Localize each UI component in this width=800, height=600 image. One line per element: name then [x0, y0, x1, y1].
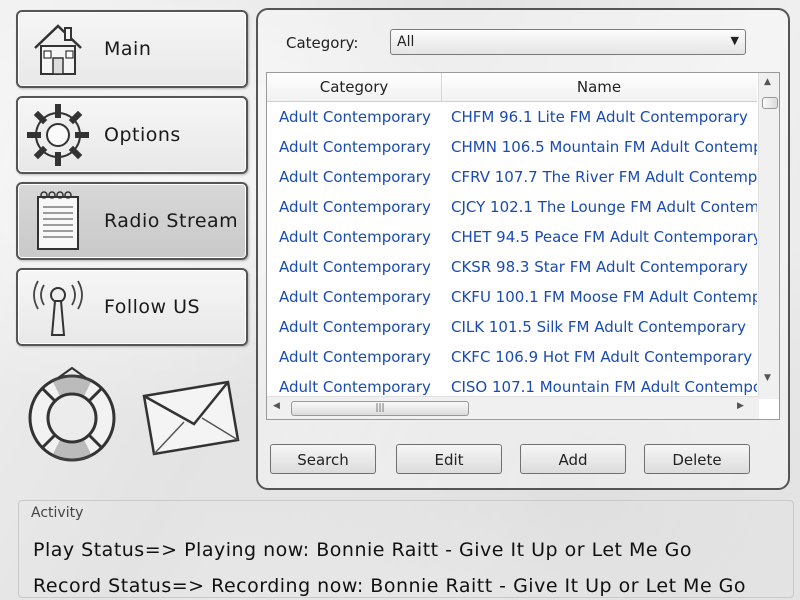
category-select-value: All: [397, 34, 415, 50]
cell-name: CHFM 96.1 Lite FM Adult Contemporary: [451, 108, 748, 126]
house-icon: [18, 14, 98, 84]
table-row[interactable]: Adult Contemporary CKFC 106.9 Hot FM Adul…: [267, 342, 757, 372]
cell-name: CFRV 107.7 The River FM Adult Contempora…: [451, 168, 757, 186]
horizontal-scrollbar[interactable]: ◀ ||| ▶: [267, 396, 759, 419]
scroll-left-icon[interactable]: ◀: [273, 401, 280, 411]
cell-category: Adult Contemporary: [279, 378, 431, 395]
nav-options-button[interactable]: Options: [16, 96, 248, 174]
cell-name: CKFC 106.9 Hot FM Adult Contemporary: [451, 348, 753, 366]
cell-name: CHET 94.5 Peace FM Adult Contemporary: [451, 228, 757, 246]
edit-button[interactable]: Edit: [396, 444, 502, 474]
cell-category: Adult Contemporary: [279, 108, 431, 126]
stations-grid[interactable]: Category Name Adult Contemporary CHFM 96.…: [266, 72, 780, 420]
notepad-icon: [18, 186, 98, 256]
nav-main-button[interactable]: Main: [16, 10, 248, 88]
cell-name: CILK 101.5 Silk FM Adult Contemporary: [451, 318, 747, 336]
antenna-icon: [18, 272, 98, 342]
table-row[interactable]: Adult Contemporary CJCY 102.1 The Lounge …: [267, 192, 757, 222]
table-row[interactable]: Adult Contemporary CFRV 107.7 The River F…: [267, 162, 757, 192]
radio-stream-panel: Category: All ▼ Category Name Adult Cont…: [256, 8, 790, 490]
cell-name: CISO 107.1 Mountain FM Adult Contemporar…: [451, 378, 757, 395]
nav-follow-us-label: Follow US: [104, 296, 201, 318]
cell-category: Adult Contemporary: [279, 288, 431, 306]
category-select[interactable]: All ▼: [390, 29, 746, 55]
record-status-text: Record Status=> Recording now: Bonnie Ra…: [33, 575, 747, 597]
cell-name: CJCY 102.1 The Lounge FM Adult Contempor…: [451, 198, 757, 216]
table-row[interactable]: Adult Contemporary CKSR 98.3 Star FM Adul…: [267, 252, 757, 282]
play-status-text: Play Status=> Playing now: Bonnie Raitt …: [33, 539, 692, 561]
add-button[interactable]: Add: [520, 444, 626, 474]
envelope-icon[interactable]: [140, 378, 242, 460]
table-row[interactable]: Adult Contemporary CISO 107.1 Mountain FM…: [267, 372, 757, 395]
search-button[interactable]: Search: [270, 444, 376, 474]
delete-button[interactable]: Delete: [644, 444, 750, 474]
cell-name: CKFU 100.1 FM Moose FM Adult Contemporar…: [451, 288, 757, 306]
nav-follow-us-button[interactable]: Follow US: [16, 268, 248, 346]
column-header-category[interactable]: Category: [267, 73, 442, 101]
cell-category: Adult Contemporary: [279, 198, 431, 216]
lifebuoy-icon[interactable]: [22, 366, 122, 466]
cell-category: Adult Contemporary: [279, 138, 431, 156]
activity-title: Activity: [31, 505, 84, 521]
cell-name: CKSR 98.3 Star FM Adult Contemporary: [451, 258, 748, 276]
table-row[interactable]: Adult Contemporary CHFM 96.1 Lite FM Adul…: [267, 102, 757, 132]
category-filter-label: Category:: [286, 34, 359, 52]
cell-category: Adult Contemporary: [279, 258, 431, 276]
activity-panel: Activity Play Status=> Playing now: Bonn…: [18, 500, 794, 598]
chevron-down-icon: ▼: [730, 34, 739, 47]
table-row[interactable]: Adult Contemporary CILK 101.5 Silk FM Adu…: [267, 312, 757, 342]
table-row[interactable]: Adult Contemporary CKFU 100.1 FM Moose FM…: [267, 282, 757, 312]
scroll-down-icon[interactable]: ▼: [764, 373, 771, 383]
cell-category: Adult Contemporary: [279, 168, 431, 186]
grid-header: Category Name: [267, 73, 757, 102]
horizontal-scroll-thumb[interactable]: |||: [291, 401, 469, 416]
scroll-right-icon[interactable]: ▶: [737, 401, 744, 411]
vertical-scroll-thumb[interactable]: [762, 97, 778, 109]
cell-category: Adult Contemporary: [279, 228, 431, 246]
nav-options-label: Options: [104, 124, 181, 146]
cell-category: Adult Contemporary: [279, 318, 431, 336]
column-header-name[interactable]: Name: [442, 73, 756, 101]
vertical-scrollbar[interactable]: ▲ ▼: [758, 73, 779, 399]
table-row[interactable]: Adult Contemporary CHMN 106.5 Mountain FM…: [267, 132, 757, 162]
gear-icon: [18, 100, 98, 170]
nav-main-label: Main: [104, 38, 152, 60]
table-row[interactable]: Adult Contemporary CHET 94.5 Peace FM Adu…: [267, 222, 757, 252]
nav-radio-stream-button[interactable]: Radio Stream: [16, 182, 248, 260]
cell-category: Adult Contemporary: [279, 348, 431, 366]
nav-radio-stream-label: Radio Stream: [104, 210, 239, 232]
cell-name: CHMN 106.5 Mountain FM Adult Contemporar…: [451, 138, 757, 156]
grid-rows: Adult Contemporary CHFM 96.1 Lite FM Adul…: [267, 102, 757, 395]
scroll-up-icon[interactable]: ▲: [764, 77, 771, 87]
